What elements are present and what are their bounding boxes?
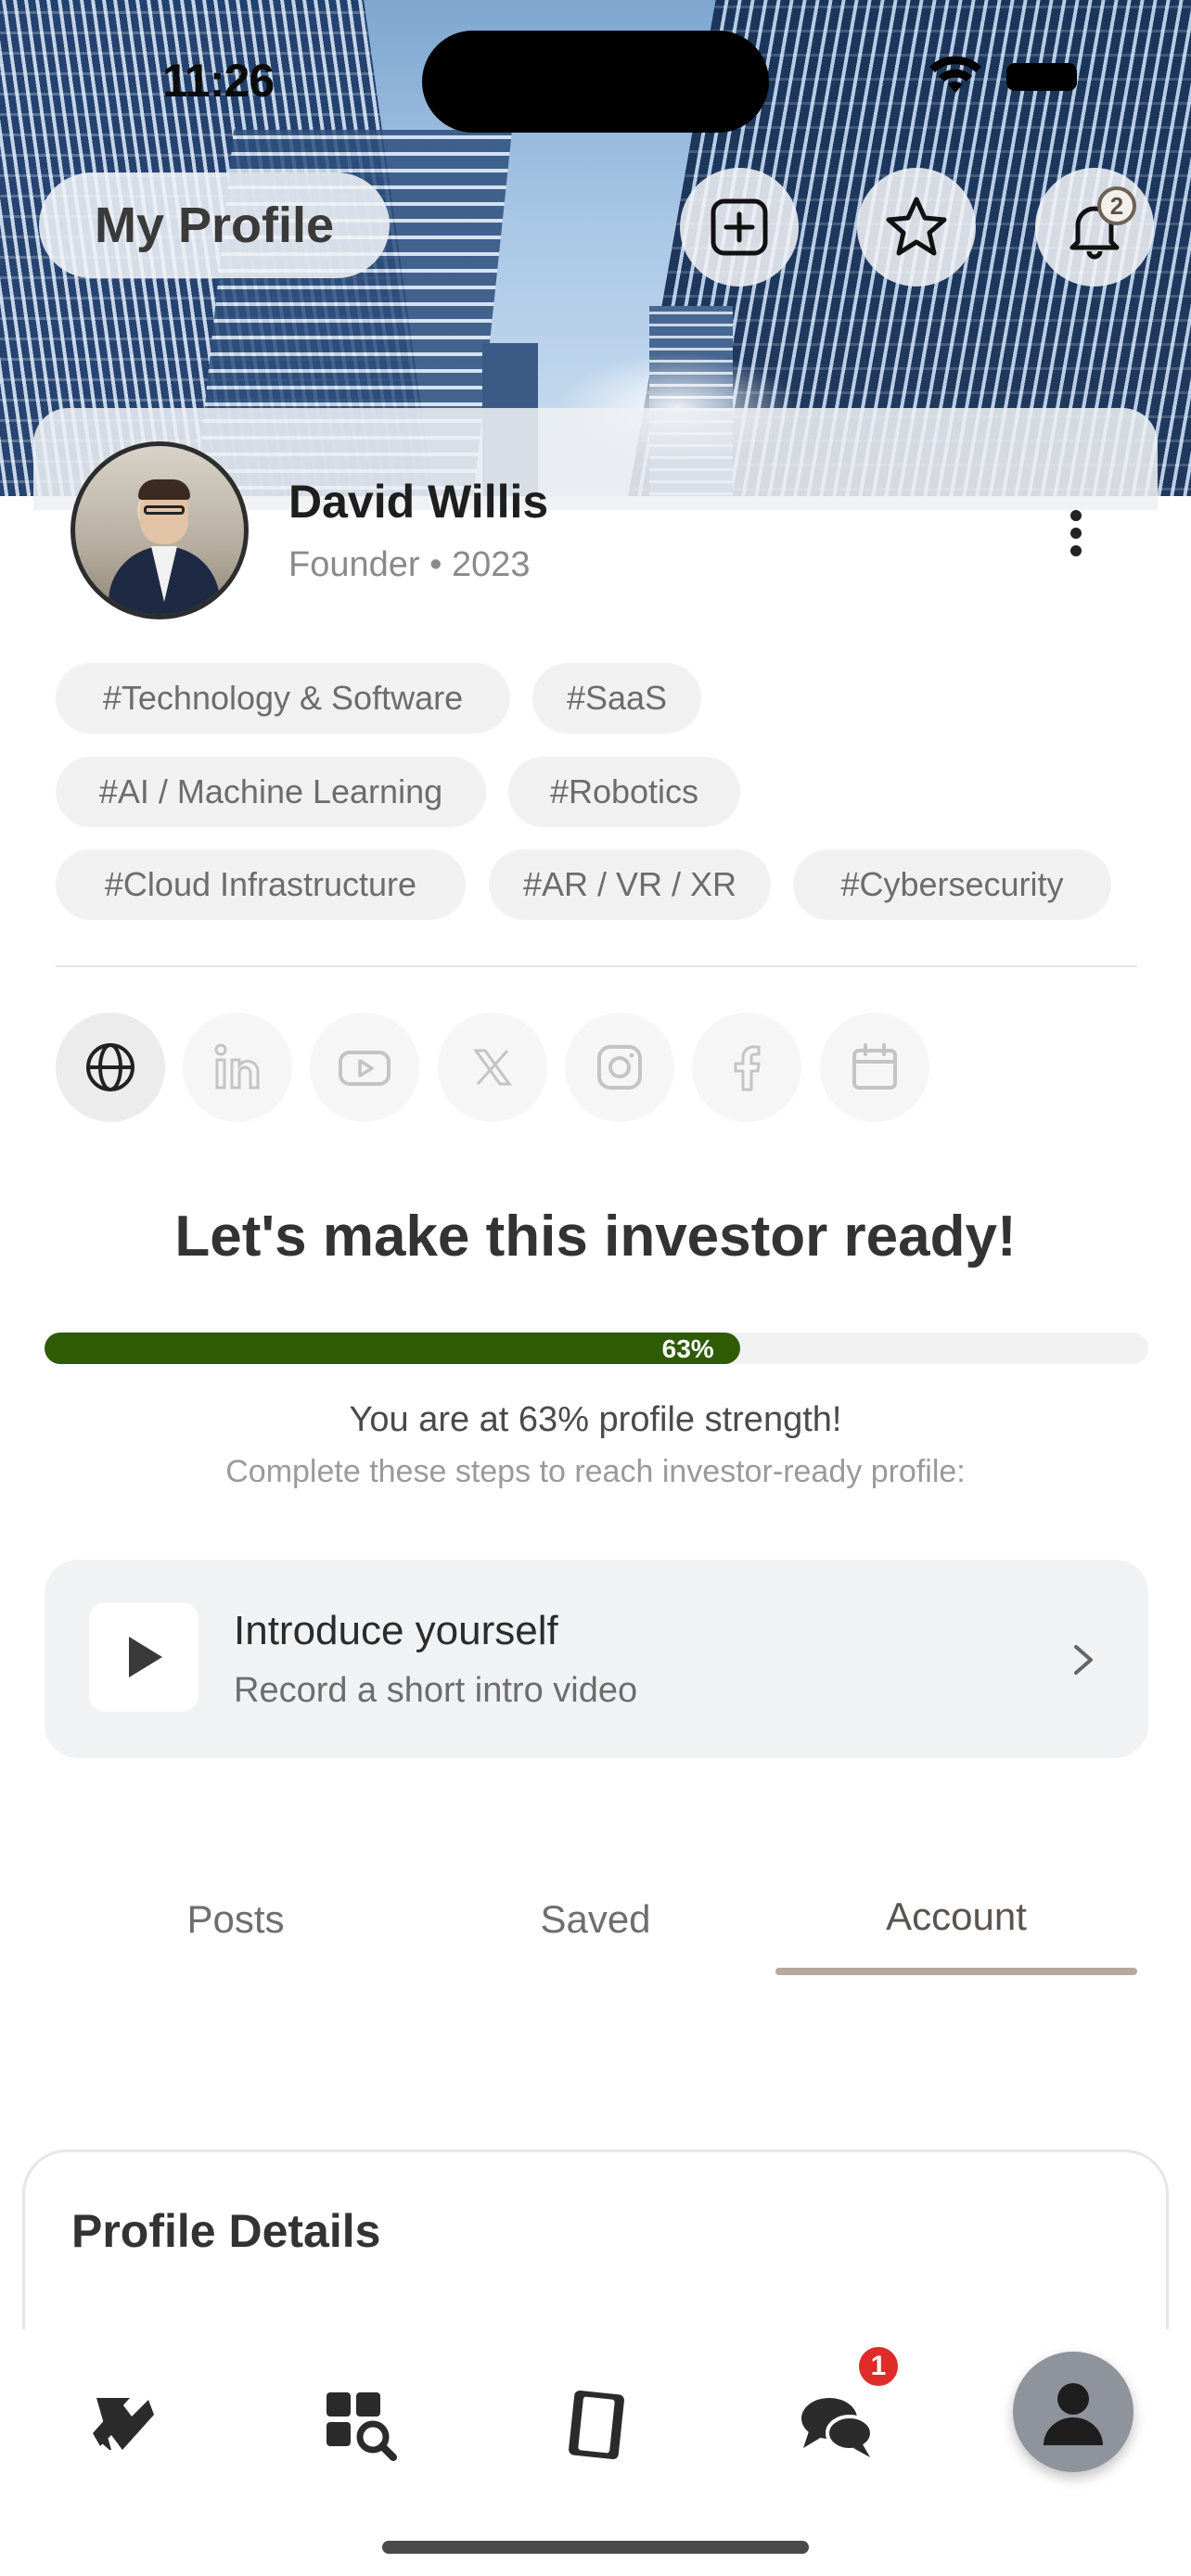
home-indicator (382, 2541, 809, 2554)
tab-posts[interactable]: Posts (78, 1897, 393, 1942)
tab-saved[interactable]: Saved (438, 1897, 753, 1942)
plus-square-icon (711, 198, 768, 256)
readiness-headline: Let's make this investor ready! (174, 1205, 1017, 1269)
add-post-button[interactable] (680, 168, 799, 287)
tag-chip[interactable]: #AI / Machine Learning (56, 757, 486, 827)
activity-icon (93, 2398, 154, 2450)
tag-chip[interactable]: #Cybersecurity (793, 849, 1111, 920)
active-tab-indicator (775, 1968, 1137, 1975)
notifications-button[interactable]: 2 (1035, 168, 1154, 287)
video-thumbnail (89, 1602, 198, 1712)
steps-text: Complete these steps to reach investor-r… (225, 1454, 966, 1489)
calendar-icon (852, 1043, 897, 1090)
avatar[interactable] (70, 441, 249, 619)
instagram-link-button[interactable] (565, 1013, 674, 1122)
nav-cards-button[interactable] (538, 2365, 657, 2483)
star-icon (886, 197, 947, 256)
battery-icon (1006, 63, 1077, 91)
play-icon (129, 1637, 162, 1677)
search-grid-icon (327, 2392, 397, 2461)
page-title: My Profile (39, 172, 390, 278)
tag-chip[interactable]: #AR / VR / XR (489, 849, 771, 920)
profile-icon (1044, 2383, 1103, 2445)
profile-role-year: Founder • 2023 (288, 545, 531, 584)
tag-chip[interactable]: #SaaS (532, 663, 701, 733)
x-icon (473, 1049, 512, 1086)
task-subtitle: Record a short intro video (234, 1671, 638, 1710)
x-link-button[interactable] (438, 1013, 547, 1122)
dot-icon (1070, 528, 1082, 539)
nav-discover-button[interactable] (301, 2365, 419, 2483)
profile-strength-progress: 63% (45, 1333, 1148, 1364)
dynamic-island (422, 31, 769, 133)
nav-activity-button[interactable] (61, 2365, 180, 2483)
chevron-right-icon (1074, 1645, 1093, 1675)
facebook-icon (734, 1045, 761, 1091)
tag-chip[interactable]: #Cloud Infrastructure (56, 849, 466, 920)
intro-video-task[interactable]: Introduce yourself Record a short intro … (45, 1560, 1148, 1758)
progress-label: 63% (661, 1334, 714, 1363)
website-link-button[interactable] (56, 1013, 165, 1122)
chat-icon (801, 2398, 874, 2457)
calendar-link-button[interactable] (820, 1013, 929, 1122)
status-time: 11:26 (162, 55, 275, 107)
messages-badge: 1 (855, 2343, 902, 2390)
tag-chip[interactable]: #Robotics (508, 757, 740, 827)
cards-icon (569, 2390, 624, 2460)
progress-fill: 63% (45, 1333, 740, 1364)
dot-icon (1070, 545, 1082, 556)
notification-count-badge: 2 (1097, 186, 1136, 225)
instagram-icon (597, 1045, 642, 1090)
tag-chip[interactable]: #Technology & Software (56, 663, 510, 733)
globe-icon (86, 1043, 134, 1091)
linkedin-link-button[interactable] (183, 1013, 292, 1122)
favorites-button[interactable] (857, 168, 976, 287)
facebook-link-button[interactable] (692, 1013, 801, 1122)
more-options-button[interactable] (1057, 501, 1095, 566)
strength-text: You are at 63% profile strength! (349, 1400, 842, 1439)
dot-icon (1070, 510, 1082, 521)
nav-profile-button[interactable] (1013, 2352, 1133, 2472)
tab-account[interactable]: Account (799, 1894, 1114, 1939)
wifi-icon (929, 56, 981, 93)
linkedin-icon (214, 1043, 260, 1090)
profile-details-title: Profile Details (71, 2205, 381, 2257)
youtube-link-button[interactable] (310, 1013, 419, 1122)
profile-name: David Willis (288, 476, 549, 528)
youtube-icon (339, 1051, 391, 1086)
task-title: Introduce yourself (234, 1608, 558, 1653)
divider (56, 965, 1137, 967)
